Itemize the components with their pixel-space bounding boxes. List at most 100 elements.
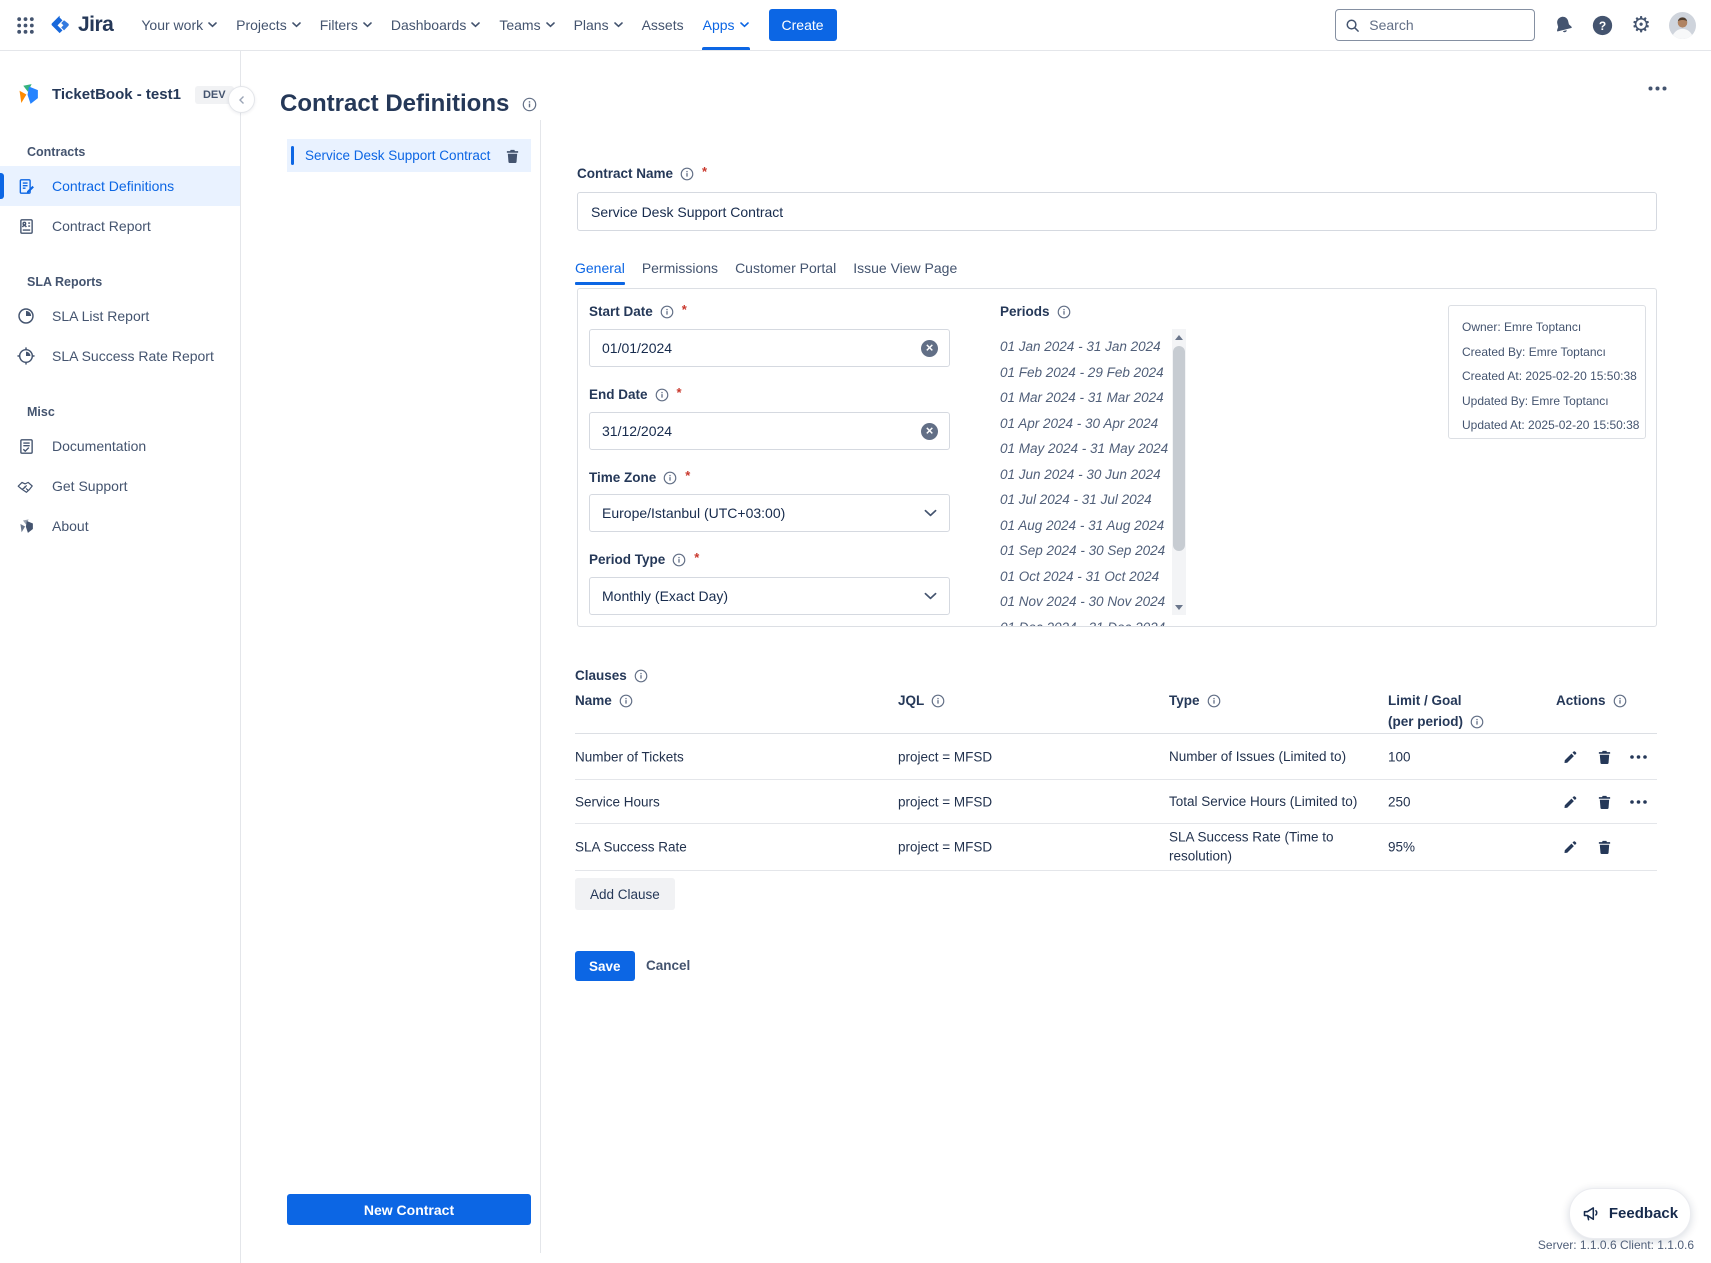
info-icon[interactable]	[931, 694, 945, 708]
clause-name: Number of Tickets	[575, 749, 684, 764]
clause-more-icon[interactable]	[1630, 755, 1647, 759]
page-info-icon[interactable]	[522, 97, 537, 112]
nav-item-label: Filters	[320, 17, 358, 33]
new-contract-button[interactable]: New Contract	[287, 1194, 531, 1225]
info-icon[interactable]	[619, 694, 633, 708]
end-date-input[interactable]	[590, 423, 921, 439]
settings-gear-icon[interactable]: ⚙	[1631, 14, 1651, 36]
clear-end-date-icon[interactable]: ×	[921, 423, 938, 440]
create-button[interactable]: Create	[769, 9, 837, 41]
jira-logo-icon	[49, 14, 71, 36]
search-input[interactable]	[1367, 16, 1525, 34]
delete-clause-icon[interactable]	[1597, 749, 1612, 765]
app-switcher-grid-icon[interactable]	[16, 16, 35, 35]
help-icon[interactable]: ?	[1592, 15, 1613, 36]
edit-clause-icon[interactable]	[1563, 749, 1578, 764]
sidebar-item-about[interactable]: About	[0, 506, 240, 546]
user-avatar[interactable]	[1669, 12, 1696, 39]
contract-list-item[interactable]: Service Desk Support Contract	[287, 139, 531, 172]
info-icon[interactable]	[1613, 694, 1627, 708]
delete-contract-icon[interactable]	[505, 148, 520, 164]
nav-item-dashboards[interactable]: Dashboards	[391, 0, 481, 50]
clauses-label-text: Clauses	[575, 668, 627, 683]
period-type-select[interactable]: Monthly (Exact Day)	[589, 577, 950, 615]
scroll-up-arrow[interactable]	[1172, 329, 1186, 345]
info-icon[interactable]	[634, 669, 648, 683]
tab-permissions[interactable]: Permissions	[642, 260, 718, 285]
nav-item-label: Dashboards	[391, 17, 467, 33]
sidebar-item-sla-success-rate-report[interactable]: SLA Success Rate Report	[0, 336, 240, 376]
sidebar-collapse-button[interactable]	[228, 86, 255, 113]
sidebar-item-contract-report[interactable]: Contract Report	[0, 206, 240, 246]
feedback-button-label: Feedback	[1609, 1205, 1678, 1222]
clause-jql: project = MFSD	[898, 840, 992, 855]
documentation-icon	[16, 438, 36, 455]
jira-logo[interactable]: Jira	[49, 13, 113, 37]
tab-general[interactable]: General	[575, 260, 625, 285]
page-more-menu[interactable]	[1648, 86, 1667, 91]
scroll-down-arrow[interactable]	[1172, 599, 1186, 615]
info-icon[interactable]	[1207, 694, 1221, 708]
delete-clause-icon[interactable]	[1597, 839, 1612, 855]
sidebar-section-title-contracts: Contracts	[27, 145, 240, 159]
page-title: Contract Definitions	[280, 90, 537, 118]
sidebar-item-sla-list-report[interactable]: SLA List Report	[0, 296, 240, 336]
clause-more-icon[interactable]	[1630, 800, 1647, 804]
period-item: 01 Feb 2024 - 29 Feb 2024	[1000, 365, 1164, 380]
info-icon[interactable]	[1470, 715, 1484, 729]
info-icon[interactable]	[655, 388, 669, 402]
notifications-icon[interactable]	[1551, 12, 1576, 37]
info-icon[interactable]	[660, 305, 674, 319]
sidebar-item-documentation[interactable]: Documentation	[0, 426, 240, 466]
audit-line: Created By: Emre Toptancı	[1462, 340, 1645, 365]
sidebar-item-label: Contract Report	[52, 218, 151, 234]
clause-jql: project = MFSD	[898, 749, 992, 764]
nav-item-plans[interactable]: Plans	[574, 0, 623, 50]
nav-item-assets[interactable]: Assets	[642, 0, 684, 50]
main-menu: Your work Projects Filters Dashboards Teams P…	[141, 0, 748, 50]
save-button[interactable]: Save	[575, 951, 635, 981]
sidebar-section-title-misc: Misc	[27, 405, 240, 419]
clause-limit: 250	[1388, 794, 1411, 809]
info-icon[interactable]	[663, 471, 677, 485]
ticketbook-logo-icon	[16, 82, 41, 107]
nav-item-filters[interactable]: Filters	[320, 0, 372, 50]
edit-clause-icon[interactable]	[1563, 794, 1578, 809]
start-date-input[interactable]	[590, 340, 921, 356]
required-asterisk: *	[702, 164, 707, 179]
periods-scrollbar	[1172, 329, 1186, 615]
nav-item-projects[interactable]: Projects	[236, 0, 301, 50]
chevron-down-icon	[740, 22, 749, 28]
audit-line: Created At: 2025-02-20 15:50:38	[1462, 364, 1645, 389]
app-title: TicketBook - test1	[52, 86, 181, 103]
required-asterisk: *	[677, 385, 682, 400]
nav-item-your-work[interactable]: Your work	[141, 0, 217, 50]
periods-label: Periods	[1000, 304, 1071, 319]
scrollbar-thumb[interactable]	[1173, 346, 1185, 551]
time-zone-select[interactable]: Europe/Istanbul (UTC+03:00)	[589, 494, 950, 532]
add-clause-button[interactable]: Add Clause	[575, 878, 675, 910]
start-date-field: ×	[589, 329, 950, 367]
contract-name-input[interactable]	[577, 192, 1657, 231]
edit-clause-icon[interactable]	[1563, 840, 1578, 855]
info-icon[interactable]	[680, 167, 694, 181]
nav-item-teams[interactable]: Teams	[499, 0, 554, 50]
contract-list: Service Desk Support Contract	[287, 139, 531, 172]
contract-name-label-text: Contract Name	[577, 166, 673, 181]
sidebar-item-get-support[interactable]: Get Support	[0, 466, 240, 506]
required-asterisk: *	[682, 302, 687, 317]
nav-item-apps[interactable]: Apps	[703, 0, 749, 50]
sidebar-item-contract-definitions[interactable]: Contract Definitions	[0, 166, 240, 206]
chevron-down-icon	[546, 22, 555, 28]
chevron-down-icon	[292, 22, 301, 28]
delete-clause-icon[interactable]	[1597, 794, 1612, 810]
info-icon[interactable]	[1057, 305, 1071, 319]
sidebar-section-title-sla-reports: SLA Reports	[27, 275, 240, 289]
info-icon[interactable]	[672, 553, 686, 567]
feedback-button[interactable]: Feedback	[1569, 1188, 1691, 1239]
clause-limit: 100	[1388, 749, 1411, 764]
tab-customer-portal[interactable]: Customer Portal	[735, 260, 836, 285]
cancel-button[interactable]: Cancel	[646, 958, 690, 973]
clear-start-date-icon[interactable]: ×	[921, 340, 938, 357]
tab-issue-view-page[interactable]: Issue View Page	[853, 260, 957, 285]
